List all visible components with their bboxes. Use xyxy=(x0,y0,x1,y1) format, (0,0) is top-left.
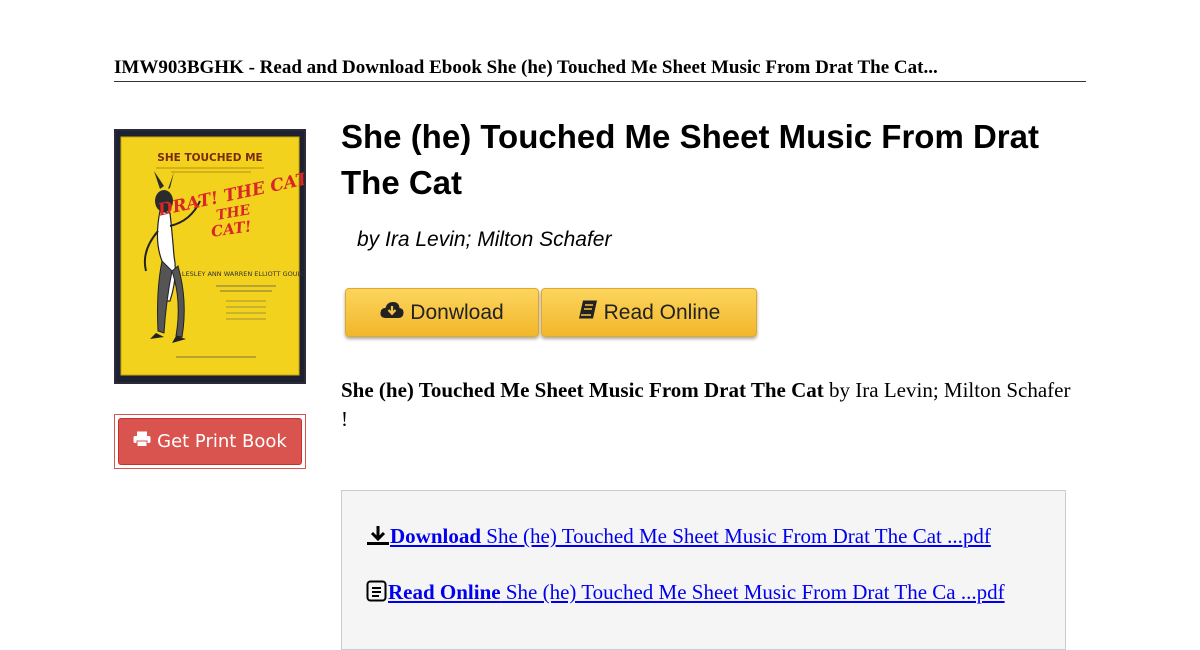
read-online-label: Read Online xyxy=(603,300,721,324)
book-title: She (he) Touched Me Sheet Music From Dra… xyxy=(341,118,1039,201)
cover-top-text: SHE TOUCHED ME xyxy=(157,152,262,164)
book-authors: by Ira Levin; Milton Schafer xyxy=(357,228,612,251)
print-book-button-frame: Get Print Book xyxy=(114,414,306,469)
get-print-book-label: Get Print Book xyxy=(157,431,287,452)
cloud-download-icon xyxy=(380,301,404,325)
read-online-pdf-link-row: Read Online She (he) Touched Me Sheet Mu… xyxy=(366,579,1046,609)
download-pdf-link-row: Download She (he) Touched Me Sheet Music… xyxy=(366,523,1046,553)
download-pdf-link[interactable]: Download She (he) Touched Me Sheet Music… xyxy=(390,524,991,548)
read-link-text: She (he) Touched Me Sheet Music From Dra… xyxy=(500,580,1005,604)
document-icon xyxy=(366,580,388,609)
read-link-bold: Read Online xyxy=(388,580,501,604)
printer-icon xyxy=(133,431,151,452)
book-description: She (he) Touched Me Sheet Music From Dra… xyxy=(341,376,1071,434)
download-arrow-icon xyxy=(366,526,390,553)
download-link-text: She (he) Touched Me Sheet Music From Dra… xyxy=(481,524,991,548)
action-buttons: Donwload Read Online xyxy=(345,288,757,337)
description-authors: by Ira Levin; Milton Schafer xyxy=(823,378,1071,402)
download-label: Donwload xyxy=(410,300,504,324)
description-title: She (he) Touched Me Sheet Music From Dra… xyxy=(341,378,824,402)
cover-cast: LESLEY ANN WARREN ELLIOTT GOULD xyxy=(182,270,304,278)
header-divider xyxy=(114,81,1086,82)
page-header-title: IMW903BGHK - Read and Download Ebook She… xyxy=(114,57,938,78)
read-online-pdf-link[interactable]: Read Online She (he) Touched Me Sheet Mu… xyxy=(388,580,1005,604)
book-icon xyxy=(578,300,598,325)
description-exclaim: ! xyxy=(341,407,348,431)
download-links-panel: Download She (he) Touched Me Sheet Music… xyxy=(341,490,1066,650)
book-cover-image: SHE TOUCHED ME DRAT! THE CAT! THE CAT! L… xyxy=(114,129,306,384)
get-print-book-button[interactable]: Get Print Book xyxy=(118,418,302,465)
download-link-bold: Download xyxy=(390,524,482,548)
download-button[interactable]: Donwload xyxy=(345,288,539,337)
read-online-button[interactable]: Read Online xyxy=(541,288,757,337)
